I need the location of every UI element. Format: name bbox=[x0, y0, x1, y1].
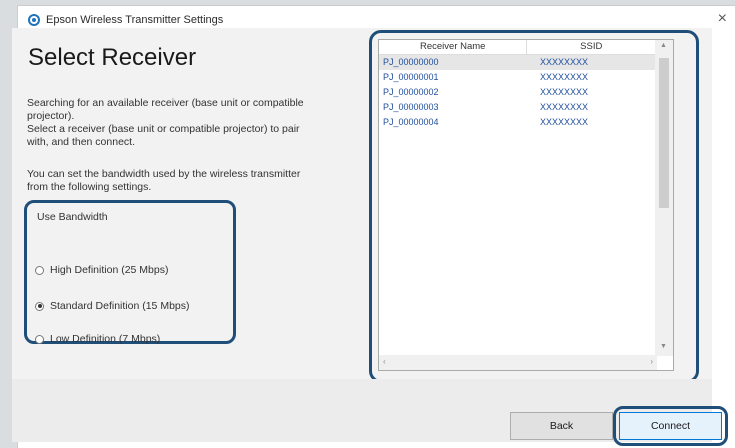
horizontal-scrollbar[interactable]: ‹ › bbox=[379, 355, 657, 370]
instructions-line: Select a receiver (base unit or compatib… bbox=[27, 123, 300, 135]
radio-high-definition[interactable]: High Definition (25 Mbps) bbox=[35, 264, 168, 276]
instructions-line: projector). bbox=[27, 110, 75, 122]
instructions-line: with, and then connect. bbox=[27, 136, 135, 148]
scroll-down-icon[interactable]: ▼ bbox=[660, 343, 667, 350]
bandwidth-description: You can set the bandwidth used by the wi… bbox=[27, 168, 347, 194]
receiver-row[interactable]: PJ_00000001 XXXXXXXX bbox=[379, 70, 655, 85]
radio-label: High Definition (25 Mbps) bbox=[50, 264, 169, 276]
receiver-row[interactable]: PJ_00000002 XXXXXXXX bbox=[379, 85, 655, 100]
ssid-cell: XXXXXXXX bbox=[540, 87, 589, 97]
receiver-list[interactable]: Receiver Name SSID PJ_00000000 XXXXXXXX … bbox=[378, 39, 674, 371]
ssid-cell: XXXXXXXX bbox=[540, 57, 589, 67]
close-icon[interactable]: × bbox=[718, 11, 727, 27]
ssid-cell: XXXXXXXX bbox=[540, 117, 589, 127]
connect-button[interactable]: Connect bbox=[619, 412, 722, 440]
back-button[interactable]: Back bbox=[510, 412, 613, 440]
radio-standard-definition[interactable]: Standard Definition (15 Mbps) bbox=[35, 300, 190, 312]
window-title: Epson Wireless Transmitter Settings bbox=[46, 14, 224, 26]
bandwidth-description-line: You can set the bandwidth used by the wi… bbox=[27, 168, 301, 180]
radio-button-checked[interactable] bbox=[35, 301, 44, 311]
receiver-row[interactable]: PJ_00000000 XXXXXXXX bbox=[379, 55, 655, 70]
radio-button[interactable] bbox=[35, 334, 44, 344]
app-icon bbox=[28, 14, 40, 26]
receiver-name-cell: PJ_00000000 bbox=[383, 57, 439, 67]
receiver-rows: PJ_00000000 XXXXXXXX PJ_00000001 XXXXXXX… bbox=[379, 55, 655, 130]
scroll-left-icon[interactable]: ‹ bbox=[383, 357, 386, 366]
receiver-name-cell: PJ_00000002 bbox=[383, 87, 439, 97]
radio-low-definition[interactable]: Low Definition (7 Mbps) bbox=[35, 333, 160, 345]
column-header-receiver-name[interactable]: Receiver Name bbox=[379, 40, 528, 54]
radio-button[interactable] bbox=[35, 265, 44, 275]
scroll-right-icon[interactable]: › bbox=[650, 357, 653, 366]
ssid-cell: XXXXXXXX bbox=[540, 102, 589, 112]
scroll-up-icon[interactable]: ▲ bbox=[660, 42, 667, 49]
instructions-text: Searching for an available receiver (bas… bbox=[27, 97, 347, 149]
receiver-name-cell: PJ_00000001 bbox=[383, 72, 439, 82]
ssid-cell: XXXXXXXX bbox=[540, 72, 589, 82]
vertical-scrollbar[interactable]: ▲ ▼ bbox=[655, 40, 673, 356]
list-header: Receiver Name SSID bbox=[379, 40, 655, 55]
bandwidth-group-label: Use Bandwidth bbox=[37, 211, 108, 223]
instructions-line: Searching for an available receiver (bas… bbox=[27, 97, 304, 109]
receiver-name-cell: PJ_00000004 bbox=[383, 117, 439, 127]
receiver-row[interactable]: PJ_00000003 XXXXXXXX bbox=[379, 100, 655, 115]
scrollbar-thumb[interactable] bbox=[659, 58, 669, 208]
bandwidth-description-line: from the following settings. bbox=[27, 181, 152, 193]
receiver-name-cell: PJ_00000003 bbox=[383, 102, 439, 112]
page-title: Select Receiver bbox=[28, 44, 197, 71]
radio-label: Low Definition (7 Mbps) bbox=[50, 333, 161, 345]
column-header-ssid[interactable]: SSID bbox=[527, 40, 655, 54]
receiver-row[interactable]: PJ_00000004 XXXXXXXX bbox=[379, 115, 655, 130]
radio-label: Standard Definition (15 Mbps) bbox=[50, 300, 190, 312]
